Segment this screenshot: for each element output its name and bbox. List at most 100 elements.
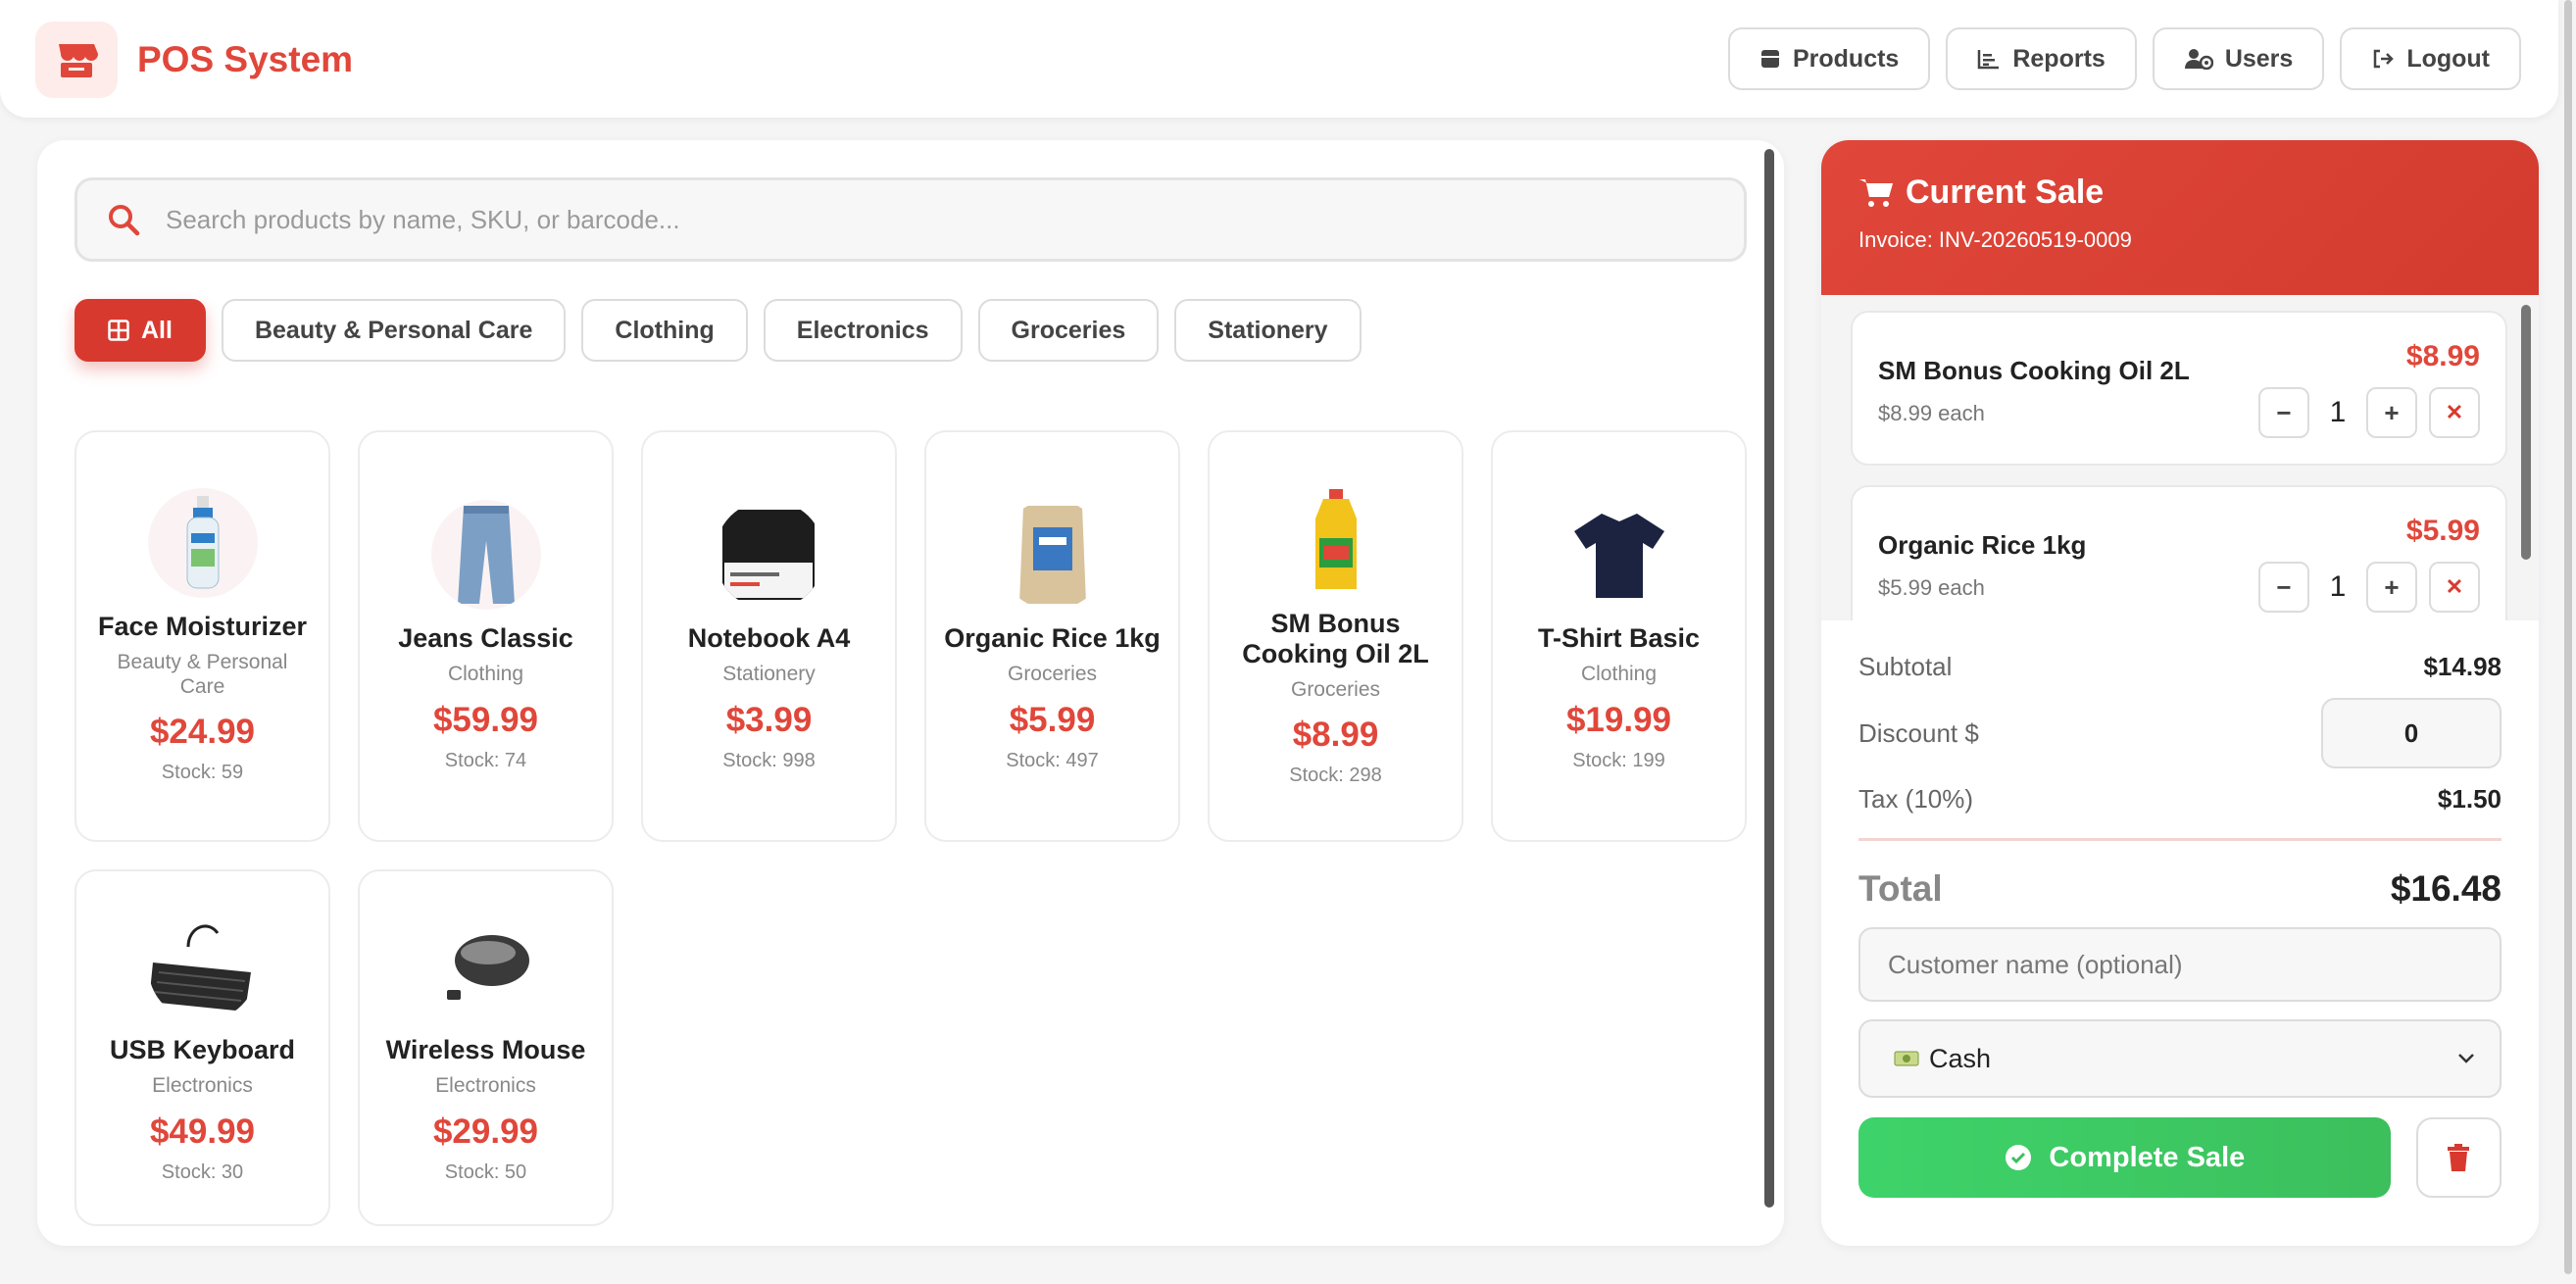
total-value: $16.48: [2390, 868, 2502, 909]
product-card[interactable]: SM Bonus Cooking Oil 2L Groceries $8.99 …: [1208, 430, 1463, 842]
decrease-qty-button[interactable]: −: [2258, 562, 2309, 613]
total-row: Total $16.48: [1858, 868, 2502, 910]
category-clothing-button[interactable]: Clothing: [581, 299, 748, 362]
nav-users-button[interactable]: Users: [2152, 27, 2325, 90]
category-label: Groceries: [1011, 316, 1126, 344]
increase-qty-button[interactable]: +: [2366, 562, 2417, 613]
cart-list: SM Bonus Cooking Oil 2L $8.99 each $8.99…: [1821, 295, 2539, 620]
customer-name-input[interactable]: [1858, 927, 2502, 1002]
product-name: SM Bonus Cooking Oil 2L: [1242, 608, 1429, 668]
cart-icon: [1859, 178, 1893, 207]
check-circle-icon: [2006, 1145, 2032, 1170]
sale-actions: Complete Sale: [1858, 1117, 2502, 1198]
product-grid: Face Moisturizer Beauty & Personal Care …: [74, 430, 1747, 1226]
category-electronics-button[interactable]: Electronics: [763, 299, 963, 362]
category-label: Electronics: [796, 316, 929, 344]
remove-item-button[interactable]: ✕: [2429, 387, 2480, 438]
product-stock: Stock: 30: [161, 1161, 244, 1183]
product-stock: Stock: 497: [1006, 749, 1099, 771]
cart-scrollbar[interactable]: [2521, 305, 2531, 560]
top-nav: Products Reports Users Logout: [1727, 27, 2521, 90]
subtotal-value: $14.98: [2423, 652, 2502, 681]
cart-item-name: SM Bonus Cooking Oil 2L: [1878, 356, 2190, 385]
quantity-stepper: − 1 + ✕: [2258, 387, 2480, 438]
product-stock: Stock: 199: [1572, 749, 1665, 771]
product-price: $24.99: [149, 713, 256, 752]
product-stock: Stock: 298: [1289, 765, 1382, 787]
nav-label: Products: [1792, 44, 1900, 73]
payment-method-select[interactable]: Cash: [1858, 1019, 2502, 1098]
product-card[interactable]: Jeans Classic Clothing $59.99 Stock: 74: [358, 430, 614, 842]
product-card[interactable]: Wireless Mouse Electronics $29.99 Stock:…: [358, 869, 614, 1226]
product-card[interactable]: Notebook A4 Stationery $3.99 Stock: 998: [641, 430, 897, 842]
product-category: Clothing: [447, 663, 524, 686]
product-name: T-Shirt Basic: [1537, 623, 1701, 654]
payment-method-value: Cash: [1929, 1043, 1992, 1073]
product-category: Groceries: [1290, 677, 1381, 701]
brand[interactable]: POS System: [35, 22, 353, 98]
category-stationery-button[interactable]: Stationery: [1174, 299, 1362, 362]
product-price: $29.99: [432, 1111, 539, 1151]
product-name: Notebook A4: [687, 623, 851, 654]
clear-sale-button[interactable]: [2415, 1117, 2502, 1198]
keyboard-image: [147, 912, 258, 1022]
category-beauty-button[interactable]: Beauty & Personal Care: [221, 299, 567, 362]
product-category: Groceries: [1007, 663, 1098, 686]
page-scrollbar[interactable]: [2564, 0, 2572, 1274]
search-input[interactable]: [166, 204, 1636, 235]
product-name: Jeans Classic: [398, 623, 573, 654]
summary-divider: [1858, 838, 2502, 841]
product-category: Beauty & Personal Care: [117, 650, 288, 699]
cart-item-unit-price: $8.99 each: [1878, 401, 1985, 425]
product-price: $19.99: [1565, 700, 1672, 739]
oil-bottle-image: [1280, 484, 1391, 595]
category-label: Clothing: [615, 316, 715, 344]
product-card[interactable]: Face Moisturizer Beauty & Personal Care …: [74, 430, 330, 842]
product-card[interactable]: T-Shirt Basic Clothing $19.99 Stock: 199: [1491, 430, 1747, 842]
search-icon: [109, 205, 140, 236]
category-all-button[interactable]: All: [74, 299, 206, 362]
sale-summary: Subtotal $14.98 Discount $ Tax (10%) $1.…: [1858, 620, 2502, 1198]
users-icon: [2184, 49, 2213, 70]
complete-sale-button[interactable]: Complete Sale: [1858, 1117, 2391, 1198]
discount-input[interactable]: [2321, 698, 2502, 768]
app-header: POS System Products Reports Users Logout: [0, 0, 2558, 118]
product-price: $5.99: [1009, 700, 1096, 739]
subtotal-label: Subtotal: [1858, 652, 1953, 681]
app-title: POS System: [137, 39, 354, 79]
product-price: $49.99: [149, 1111, 256, 1151]
product-stock: Stock: 50: [444, 1161, 527, 1183]
product-name: Face Moisturizer: [97, 611, 308, 641]
increase-qty-button[interactable]: +: [2366, 387, 2417, 438]
grid-icon: [108, 320, 129, 341]
product-card[interactable]: USB Keyboard Electronics $49.99 Stock: 3…: [74, 869, 330, 1226]
product-name: Wireless Mouse: [385, 1035, 586, 1065]
product-category: Clothing: [1580, 663, 1658, 686]
tax-row: Tax (10%) $1.50: [1858, 784, 2502, 815]
remove-item-button[interactable]: ✕: [2429, 562, 2480, 613]
jeans-image: [430, 500, 541, 611]
moisturizer-bottle-image: [147, 487, 258, 598]
product-card[interactable]: Organic Rice 1kg Groceries $5.99 Stock: …: [924, 430, 1180, 842]
discount-row: Discount $: [1858, 698, 2502, 768]
product-stock: Stock: 74: [444, 749, 527, 771]
product-price: $3.99: [725, 700, 813, 739]
cash-icon: [1894, 1051, 1919, 1066]
mouse-image: [430, 912, 541, 1022]
logout-icon: [2374, 49, 2395, 69]
discount-label: Discount $: [1858, 717, 1979, 748]
product-category: Electronics: [152, 1074, 253, 1098]
invoice-number: Invoice: INV-20260519-0009: [1858, 227, 2132, 252]
nav-products-button[interactable]: Products: [1727, 27, 1931, 90]
nav-reports-button[interactable]: Reports: [1946, 27, 2137, 90]
nav-label: Users: [2224, 44, 2294, 73]
decrease-qty-button[interactable]: −: [2258, 387, 2309, 438]
nav-logout-button[interactable]: Logout: [2340, 27, 2521, 90]
product-panel-scrollbar[interactable]: [1764, 149, 1774, 1208]
category-groceries-button[interactable]: Groceries: [977, 299, 1160, 362]
product-name: USB Keyboard: [109, 1035, 296, 1065]
tax-label: Tax (10%): [1858, 784, 1974, 814]
subtotal-row: Subtotal $14.98: [1858, 652, 2502, 682]
store-icon: [35, 22, 118, 98]
chevron-down-icon: [2458, 1054, 2474, 1063]
